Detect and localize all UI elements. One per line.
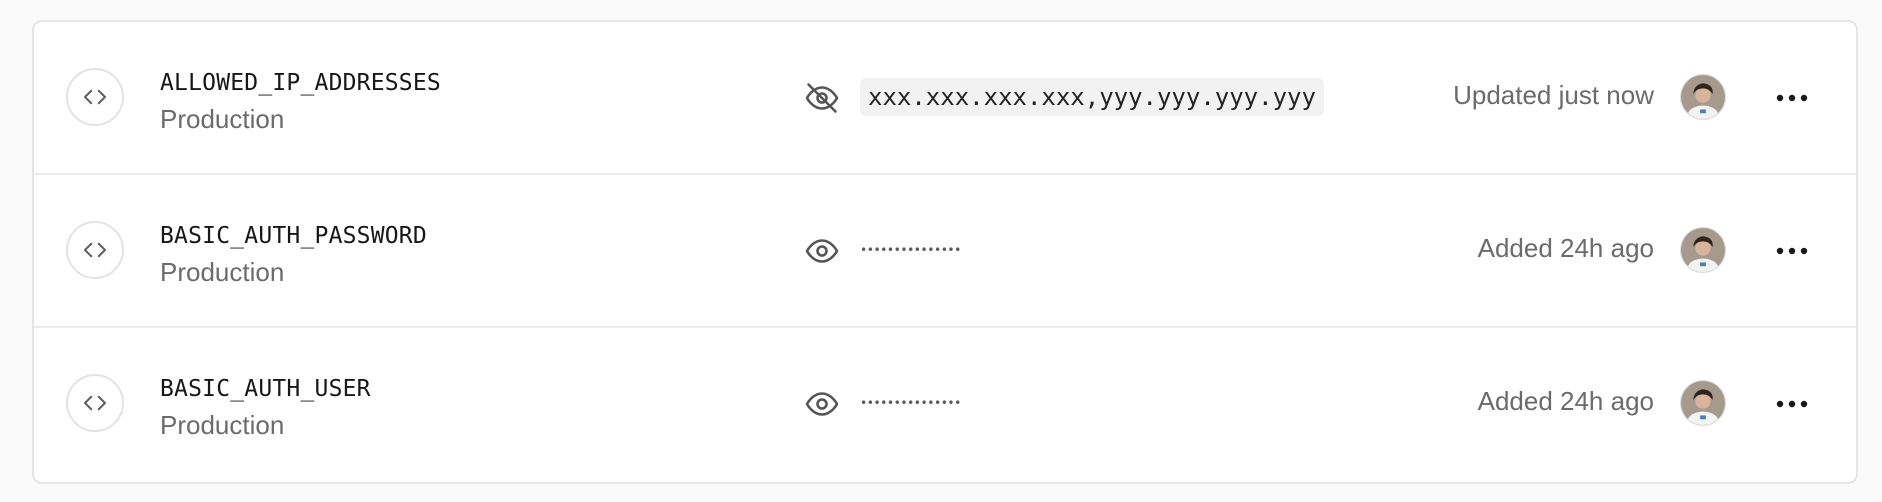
eye-icon[interactable] xyxy=(804,386,840,422)
env-var-environment: Production xyxy=(160,104,285,134)
env-vars-list: ALLOWED_IP_ADDRESSES Production xxx.xxx.… xyxy=(32,20,1858,484)
env-var-status: Added 24h ago xyxy=(1477,386,1654,416)
user-avatar xyxy=(1680,227,1726,273)
env-var-name: BASIC_AUTH_PASSWORD xyxy=(160,223,427,249)
env-var-value-masked[interactable]: ••••••••••••••• xyxy=(860,231,961,269)
env-var-row[interactable]: BASIC_AUTH_PASSWORD Production •••••••••… xyxy=(34,175,1856,328)
env-var-row[interactable]: BASIC_AUTH_USER Production •••••••••••••… xyxy=(34,328,1856,481)
user-avatar xyxy=(1680,74,1726,120)
env-var-row[interactable]: ALLOWED_IP_ADDRESSES Production xxx.xxx.… xyxy=(34,22,1856,175)
code-brackets-icon xyxy=(66,374,124,432)
more-options-button[interactable] xyxy=(1768,384,1816,424)
env-var-status: Added 24h ago xyxy=(1477,233,1654,263)
env-var-status: Updated just now xyxy=(1453,80,1654,110)
user-avatar xyxy=(1680,380,1726,426)
more-options-button[interactable] xyxy=(1768,231,1816,271)
env-var-name: BASIC_AUTH_USER xyxy=(160,376,371,402)
code-brackets-icon xyxy=(66,221,124,279)
env-var-value-masked[interactable]: ••••••••••••••• xyxy=(860,384,961,422)
eye-off-icon[interactable] xyxy=(804,80,840,116)
env-var-environment: Production xyxy=(160,410,285,440)
eye-icon[interactable] xyxy=(804,233,840,269)
env-var-value[interactable]: xxx.xxx.xxx.xxx,yyy.yyy.yyy.yyy xyxy=(860,78,1324,116)
more-horizontal-icon xyxy=(1776,247,1808,255)
env-var-environment: Production xyxy=(160,257,285,287)
code-brackets-icon xyxy=(66,68,124,126)
more-horizontal-icon xyxy=(1776,400,1808,408)
env-var-name: ALLOWED_IP_ADDRESSES xyxy=(160,70,441,96)
more-options-button[interactable] xyxy=(1768,78,1816,118)
more-horizontal-icon xyxy=(1776,94,1808,102)
